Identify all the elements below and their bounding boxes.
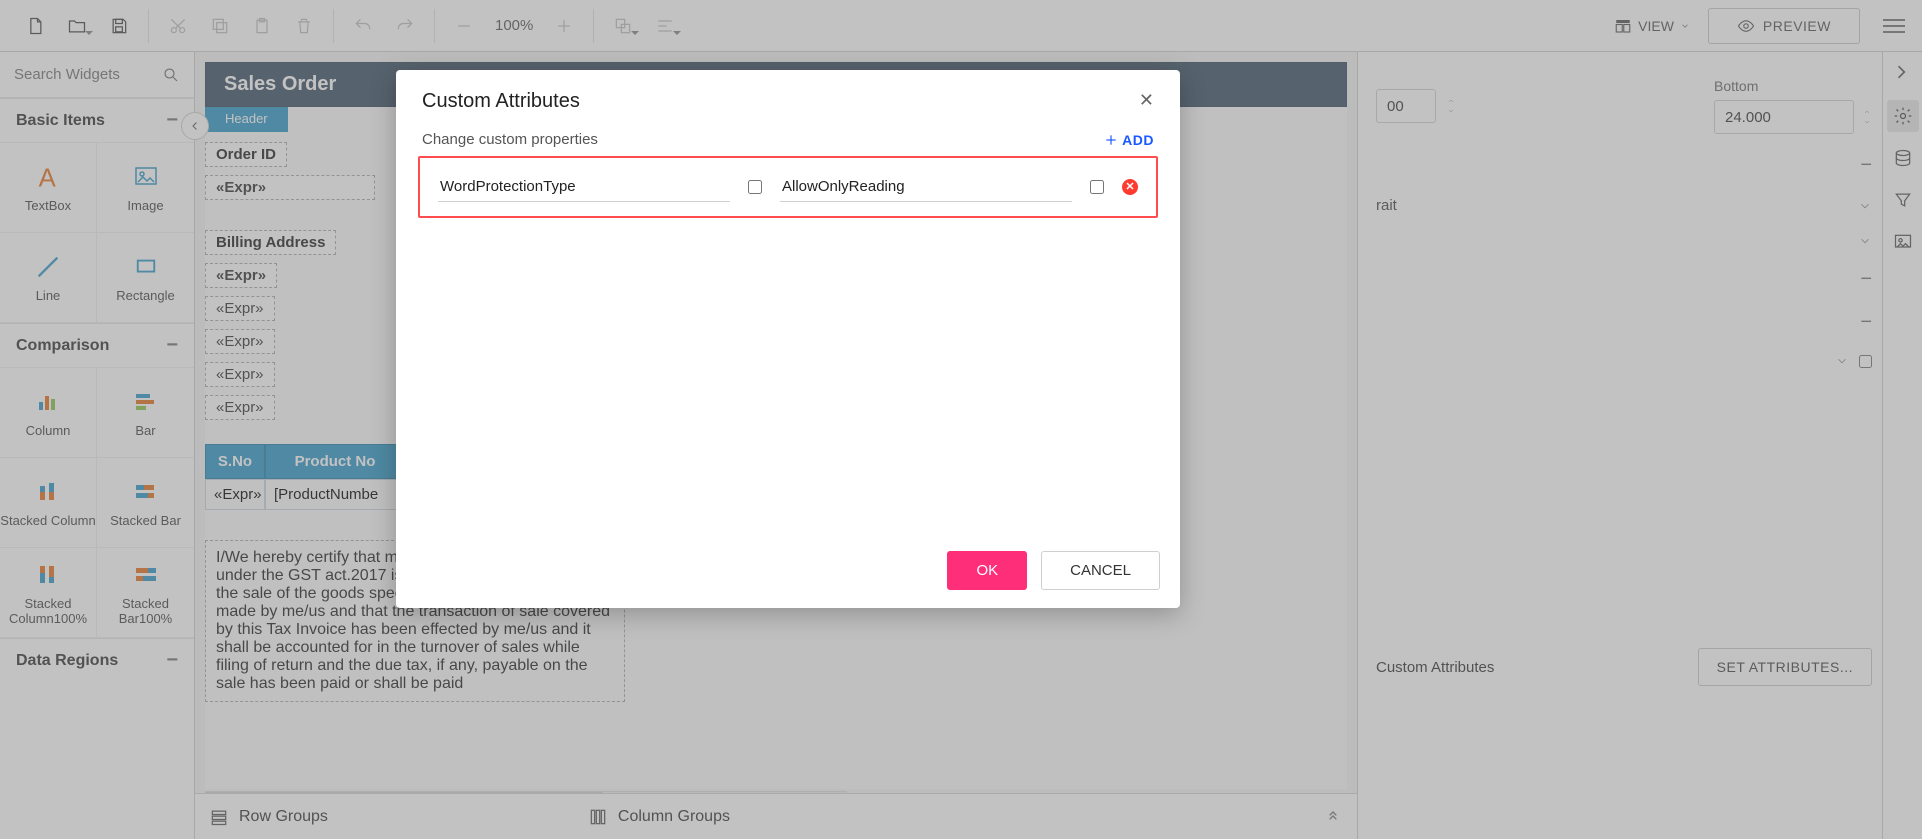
modal-subtitle: Change custom properties [422, 131, 598, 148]
attr-value-checkbox[interactable] [1090, 180, 1104, 194]
cancel-button[interactable]: CANCEL [1041, 551, 1160, 590]
attribute-row: ✕ [418, 156, 1158, 218]
remove-row-button[interactable]: ✕ [1122, 179, 1138, 195]
modal-title: Custom Attributes [422, 90, 580, 113]
attr-value-input[interactable] [780, 172, 1072, 202]
attr-name-checkbox[interactable] [748, 180, 762, 194]
ok-button[interactable]: OK [947, 551, 1027, 590]
attr-name-input[interactable] [438, 172, 730, 202]
custom-attributes-modal: Custom Attributes ✕ Change custom proper… [396, 70, 1180, 608]
add-button[interactable]: ADD [1104, 132, 1154, 148]
close-icon[interactable]: ✕ [1139, 90, 1154, 111]
add-label: ADD [1122, 132, 1154, 148]
